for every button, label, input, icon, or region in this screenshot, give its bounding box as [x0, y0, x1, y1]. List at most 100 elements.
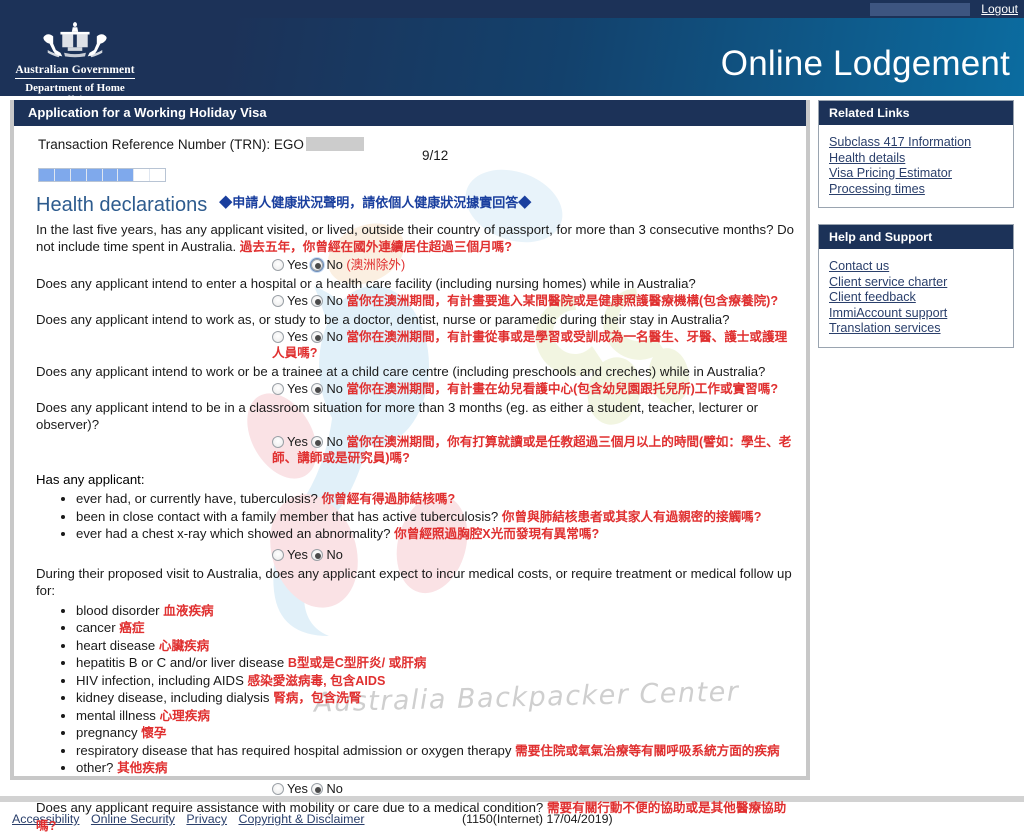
question-text: In the last five years, has any applican… [36, 221, 798, 256]
question-annotation: 當你在澳洲期間，你有打算就讀或是任教超過三個月以上的時間(譬如：學生、老師、講師… [272, 435, 792, 465]
top-utility-bar: Logout [0, 0, 1024, 18]
page-title: Health declarations [36, 194, 208, 216]
bullet-label: ever had, or currently have, tuberculosi… [76, 491, 318, 506]
link-client-service-charter[interactable]: Client service charter [829, 275, 1013, 291]
bullet-annotation: 腎病，包含洗腎 [273, 691, 362, 705]
answer-row: Yes No 當你在澳洲期間，有計畫從事或是學習或受訓成為一名醫生、牙醫、護士或… [272, 329, 798, 361]
radio-no[interactable] [311, 383, 324, 395]
radio-no[interactable] [311, 782, 324, 795]
radio-yes[interactable] [272, 295, 284, 307]
bullet-label: mental illness [76, 707, 156, 723]
radio-no[interactable] [311, 548, 324, 561]
bullet-annotation: 需要住院或氧氣治療等有關呼吸系統方面的疾病 [515, 743, 780, 758]
bullet-label: blood disorder [76, 602, 160, 618]
list-item: been in close contact with a family memb… [76, 509, 798, 526]
list-item: other? 其他疾病 [76, 760, 798, 777]
medical-conditions-list: blood disorder 血液疾病 cancer 癌症 heart dise… [22, 603, 798, 777]
bullet-label: been in close contact with a family memb… [76, 508, 499, 524]
link-processing-times[interactable]: Processing times [829, 182, 1013, 198]
bullet-label: HIV infection, including AIDS [76, 672, 244, 688]
question-label: Does any applicant intend to be in a cla… [36, 400, 759, 432]
bullet-annotation: 你曾與肺結核患者或其家人有過親密的接觸嗎? [501, 509, 762, 524]
application-title-bar: Application for a Working Holiday Visa [14, 100, 806, 126]
question-label: Does any applicant intend to work as, or… [36, 312, 730, 327]
bullet-annotation: 心理疾病 [159, 708, 210, 723]
mobility-question: Does any applicant require assistance wi… [36, 799, 798, 835]
progress-bar [38, 168, 166, 182]
bullet-annotation: B型或是C型肝炎/ 或肝病 [287, 656, 427, 670]
bullet-label: pregnancy [76, 725, 138, 740]
question-label: Does any applicant intend to work or be … [36, 364, 766, 379]
radio-yes-label: Yes [287, 780, 308, 796]
help-and-support-title: Help and Support [819, 225, 1013, 249]
radio-yes[interactable] [272, 259, 284, 271]
link-contact-us[interactable]: Contact us [829, 259, 1013, 275]
link-translation-services[interactable]: Translation services [829, 321, 1013, 337]
link-visa-pricing-estimator[interactable]: Visa Pricing Estimator [829, 166, 1013, 182]
bullet-annotation: 感染愛滋病毒, 包含AIDS [247, 673, 386, 688]
radio-yes-label: Yes [287, 434, 308, 449]
link-immiaccount-support[interactable]: ImmiAccount support [829, 306, 1013, 322]
progress-bar-ticks [39, 169, 165, 181]
has-applicant-label: Has any applicant: [36, 472, 145, 487]
list-item: heart disease 心臟疾病 [76, 638, 798, 655]
question-text: Does any applicant intend to enter a hos… [36, 275, 798, 292]
question-text: Does any applicant intend to be in a cla… [36, 399, 798, 433]
question-annotation: 當你在澳洲期間，有計畫從事或是學習或受訓成為一名醫生、牙醫、護士或護理人員嗎? [272, 330, 788, 360]
list-item: hepatitis B or C and/or liver disease B型… [76, 655, 798, 672]
list-item: ever had, or currently have, tuberculosi… [76, 491, 798, 508]
page-counter: 9/12 [422, 148, 449, 163]
radio-yes[interactable] [272, 331, 284, 343]
radio-no-label: No [326, 434, 343, 449]
bullet-annotation: 心臟疾病 [158, 638, 210, 653]
trn-value-redacted [305, 137, 364, 151]
question-label: Does any applicant intend to enter a hos… [36, 276, 696, 291]
radio-no[interactable] [311, 331, 324, 343]
bullet-label: heart disease [76, 637, 156, 653]
sidebar: Related Links Subclass 417 Information H… [818, 100, 1014, 364]
bullet-label: kidney disease, including dialysis [76, 690, 270, 705]
bullet-annotation: 你曾經有得過肺結核嗎? [321, 492, 456, 506]
bullet-label: respiratory disease that has required ho… [76, 742, 512, 758]
section-title-annotation: ◆申請人健康狀況聲明，請依個人健康狀況據實回答◆ [219, 195, 532, 210]
bullet-annotation: 其他疾病 [117, 761, 168, 775]
question-label: Does any applicant require assistance wi… [36, 799, 544, 815]
related-links-panel: Related Links Subclass 417 Information H… [818, 100, 1014, 208]
section-title-row: Health declarations ◆申請人健康狀況聲明，請依個人健康狀況據實… [22, 182, 798, 221]
bullet-label: hepatitis B or C and/or liver disease [76, 655, 285, 670]
radio-yes[interactable] [272, 436, 284, 448]
help-and-support-panel: Help and Support Contact us Client servi… [818, 224, 1014, 348]
list-item: pregnancy 懷孕 [76, 725, 798, 742]
radio-yes[interactable] [272, 782, 284, 795]
radio-no[interactable] [311, 436, 324, 448]
bullet-label: cancer [76, 620, 116, 635]
radio-no[interactable] [310, 258, 325, 272]
trn-label: Transaction Reference Number (TRN): EGO [38, 137, 304, 152]
answer-row: Yes No (澳洲除外) [272, 257, 798, 273]
radio-no[interactable] [311, 295, 324, 307]
answer-row: Yes No [272, 547, 798, 563]
answer-row: Yes No [272, 781, 798, 797]
bullet-annotation: 癌症 [119, 621, 145, 635]
link-health-details[interactable]: Health details [829, 151, 1013, 167]
bullet-label: ever had a chest x-ray which showed an a… [76, 526, 391, 541]
radio-no-label: No [326, 780, 343, 796]
main-content-panel: Application for a Working Holiday Visa A… [10, 100, 810, 836]
question-text: Does any applicant intend to work as, or… [36, 311, 798, 328]
logout-link[interactable]: Logout [981, 2, 1018, 16]
online-lodgement-page: Logout Australian Government Department … [0, 0, 1024, 836]
bullet-annotation: 你曾經照過胸腔X光而發現有異常嗎? [394, 527, 600, 541]
related-links-body: Subclass 417 Information Health details … [819, 125, 1013, 207]
radio-yes[interactable] [272, 548, 284, 561]
site-title: Online Lodgement [720, 44, 1010, 83]
radio-no-label: No [326, 381, 343, 396]
coat-of-arms-icon [43, 22, 107, 58]
list-item: cancer 癌症 [76, 620, 798, 637]
radio-no-label: No [326, 257, 343, 272]
radio-yes-label: Yes [287, 329, 308, 344]
radio-yes-label: Yes [287, 257, 308, 272]
answer-row: Yes No 當你在澳洲期間，有計畫在幼兒看護中心(包含幼兒園跟托兒所)工作或實… [272, 381, 798, 397]
radio-yes[interactable] [272, 383, 284, 395]
link-subclass-417-information[interactable]: Subclass 417 Information [829, 135, 1013, 151]
link-client-feedback[interactable]: Client feedback [829, 290, 1013, 306]
